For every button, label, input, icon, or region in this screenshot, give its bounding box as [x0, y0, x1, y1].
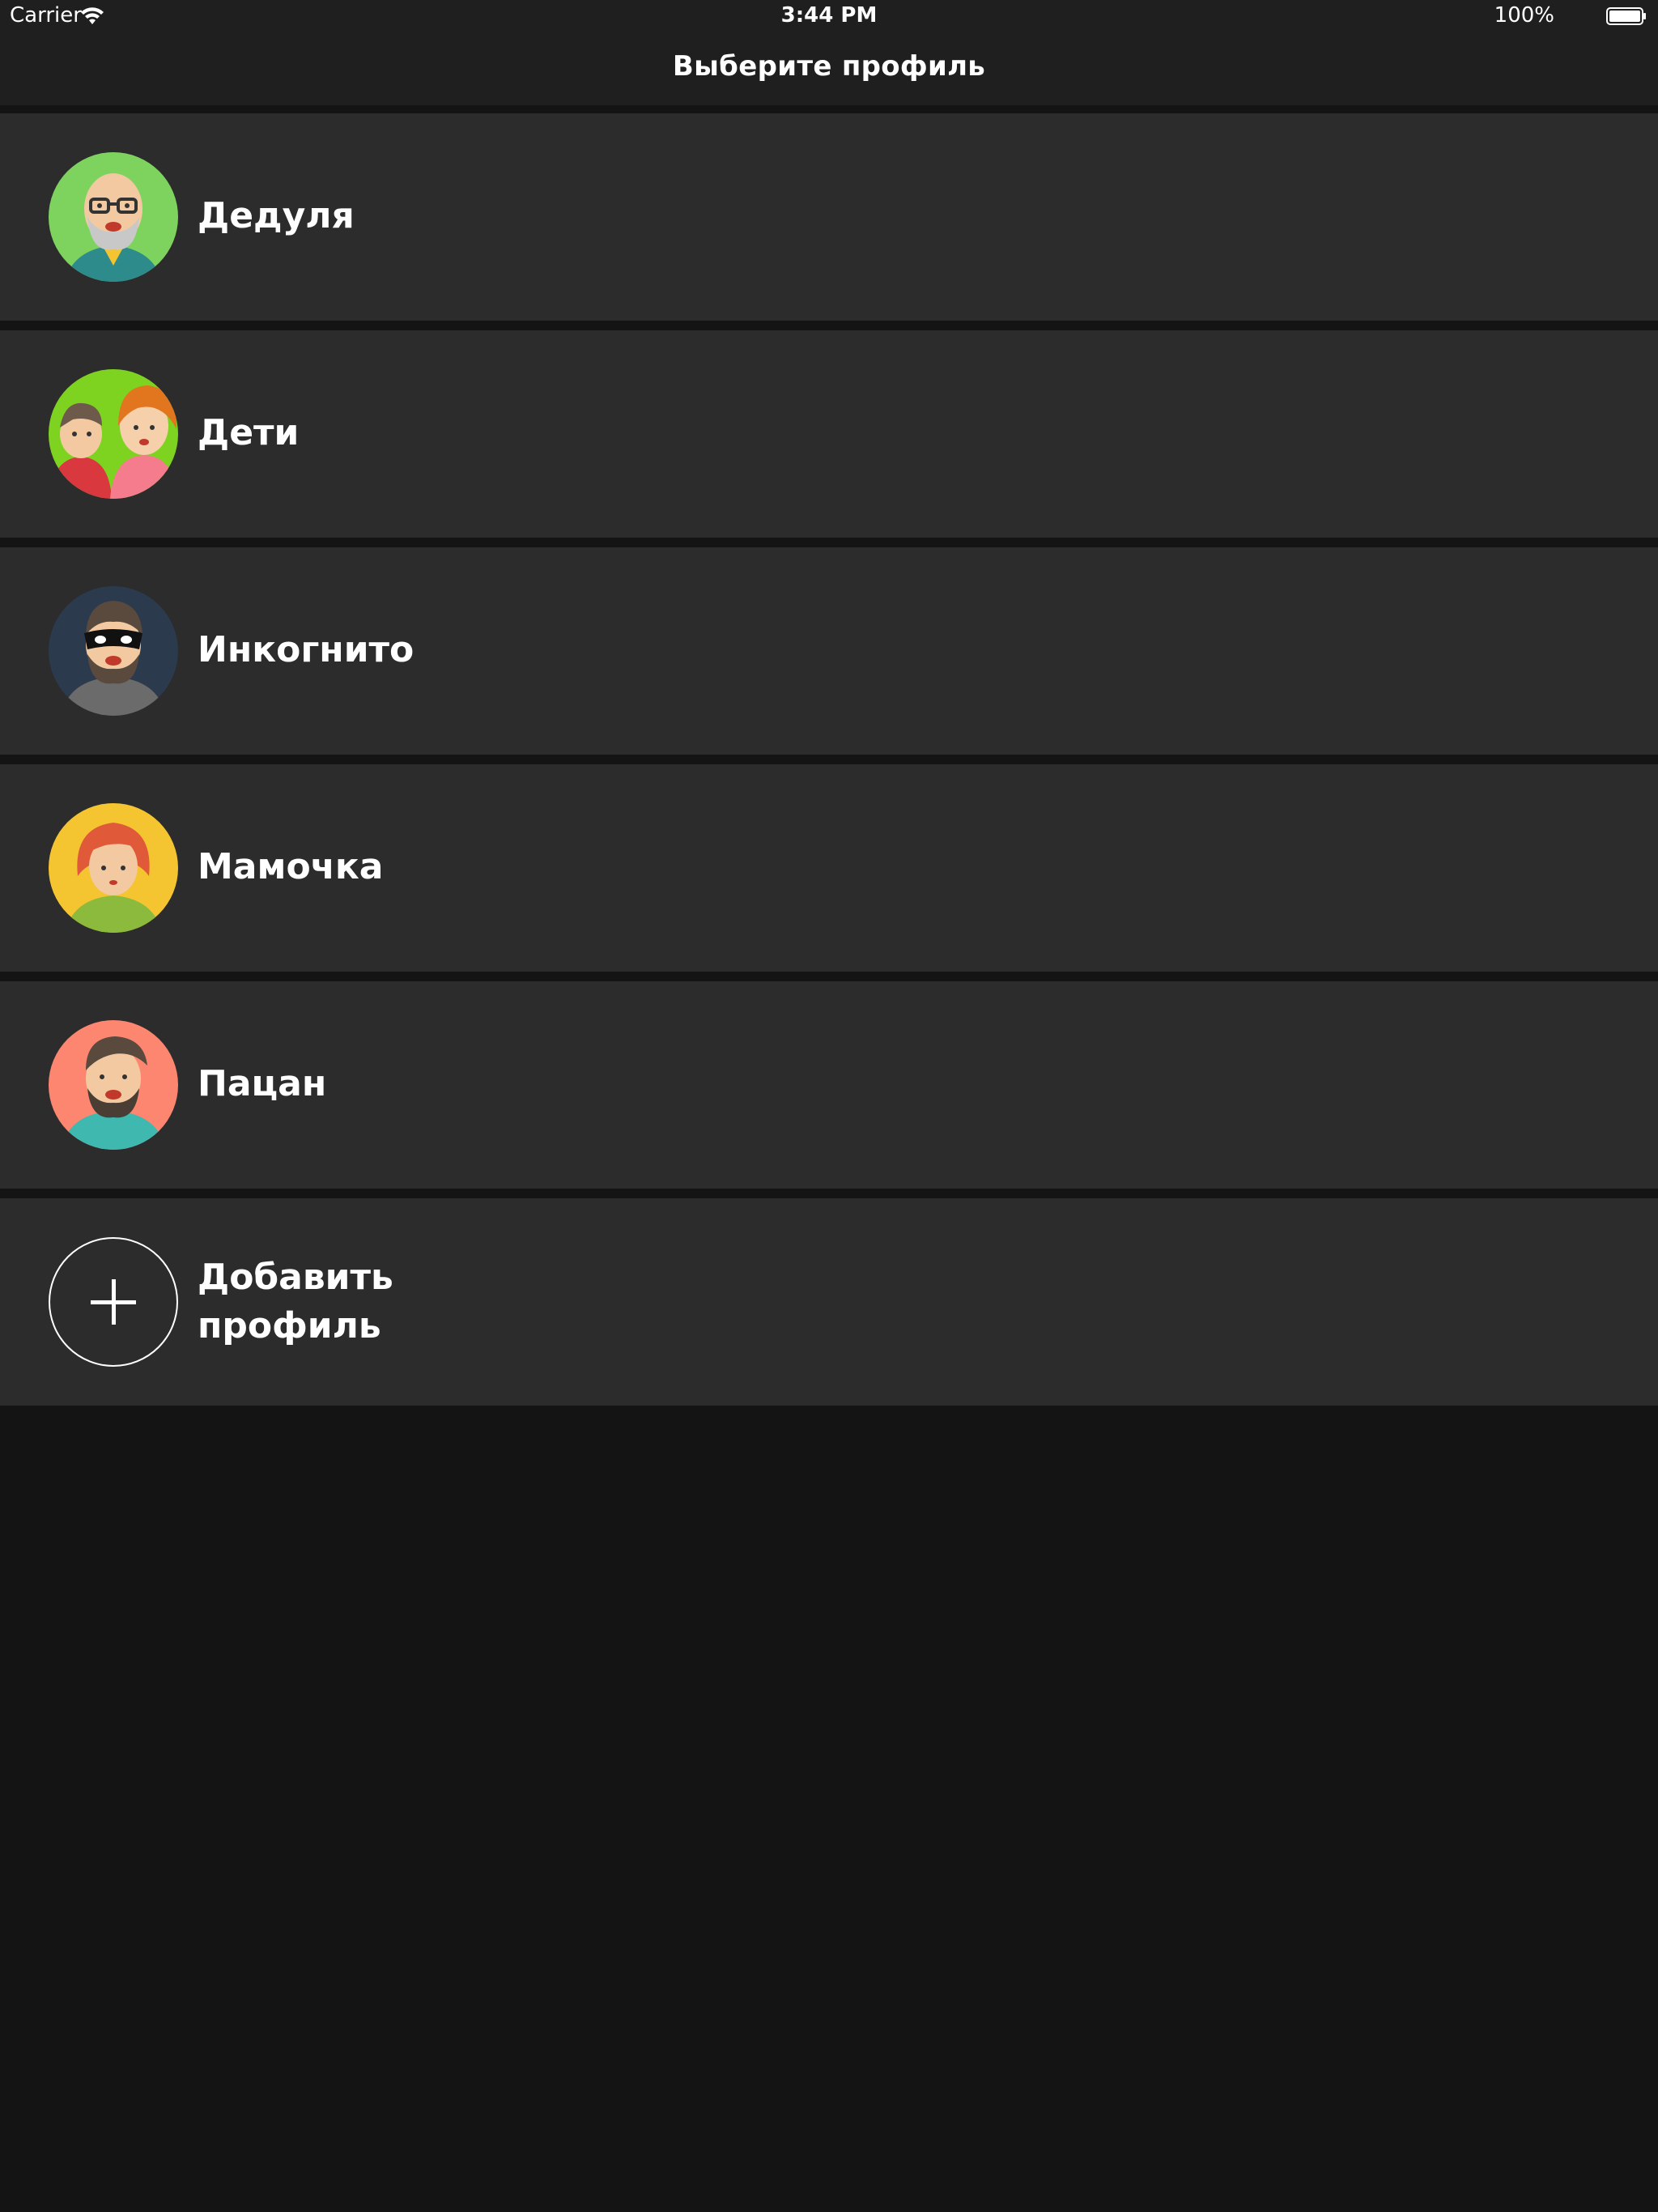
grandpa-avatar	[49, 152, 178, 282]
add-profile-label-line2: профиль	[198, 1305, 381, 1346]
kids-avatar	[49, 369, 178, 499]
profile-row-kids[interactable]: Дети	[0, 330, 1658, 538]
profile-name: Дедуля	[198, 195, 355, 236]
profile-row-incognito[interactable]: Инкогнито	[0, 547, 1658, 755]
profile-name: Мамочка	[198, 846, 384, 887]
mom-avatar	[49, 803, 178, 933]
add-profile-row[interactable]: Добавить профиль	[0, 1198, 1658, 1406]
profile-list: Дедуля Дети Инкогнито Мамочка Пацан Доба…	[0, 113, 1658, 1415]
status-bar: Carrier 3:44 PM 100%	[0, 0, 1658, 32]
profile-row-guy[interactable]: Пацан	[0, 981, 1658, 1189]
guy-avatar	[49, 1020, 178, 1150]
page-title: Выберите профиль	[672, 50, 986, 83]
battery-percent: 100%	[1494, 3, 1554, 28]
add-profile-label-line1: Добавить	[198, 1257, 393, 1298]
add-profile-button[interactable]	[49, 1237, 178, 1367]
navigation-bar: Выберите профиль	[0, 32, 1658, 105]
profile-row-mom[interactable]: Мамочка	[0, 764, 1658, 972]
profile-name: Дети	[198, 412, 300, 453]
profile-name: Инкогнито	[198, 629, 414, 670]
battery-icon	[1606, 7, 1646, 25]
add-profile-label: Добавить профиль	[198, 1253, 393, 1351]
profile-name: Пацан	[198, 1063, 327, 1104]
clock: 3:44 PM	[780, 3, 878, 28]
profile-row-grandpa[interactable]: Дедуля	[0, 113, 1658, 321]
incognito-avatar	[49, 586, 178, 716]
